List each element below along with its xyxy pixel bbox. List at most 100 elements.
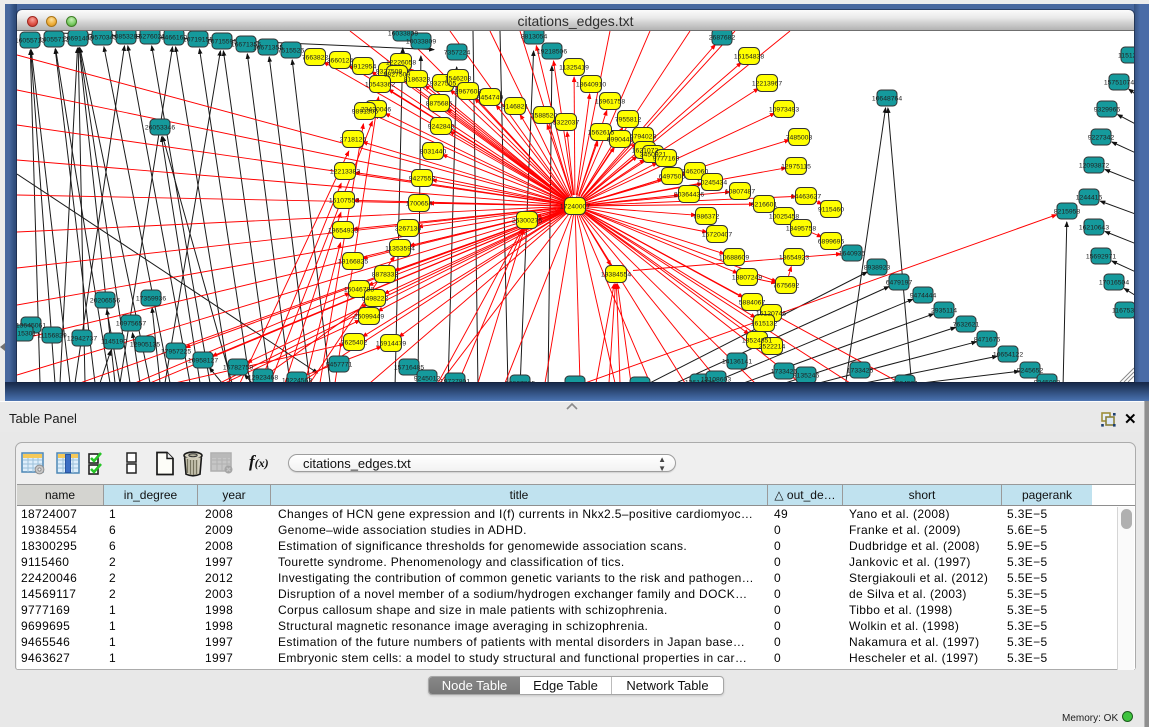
- svg-text:12093872: 12093872: [1079, 162, 1109, 169]
- svg-text:5498222: 5498222: [362, 295, 389, 302]
- svg-text:1562615: 1562615: [588, 129, 615, 136]
- svg-text:11156829: 11156829: [37, 332, 66, 339]
- svg-text:10224563: 10224563: [282, 377, 312, 382]
- svg-text:19727801: 19727801: [440, 378, 470, 382]
- svg-text:9419610: 9419610: [562, 381, 589, 382]
- svg-text:7986372: 7986372: [693, 213, 720, 220]
- svg-text:7357224: 7357224: [444, 49, 471, 56]
- svg-text:18640910: 18640910: [576, 81, 606, 88]
- svg-text:18807249: 18807249: [732, 274, 762, 281]
- svg-text:9245093: 9245093: [1034, 379, 1061, 382]
- svg-text:10867825: 10867825: [505, 380, 535, 382]
- svg-text:10025458: 10025458: [769, 213, 799, 220]
- svg-text:10975657: 10975657: [116, 320, 146, 327]
- svg-text:12942737: 12942737: [67, 335, 97, 342]
- svg-text:8215958: 8215958: [1054, 208, 1081, 215]
- svg-text:6479197: 6479197: [886, 279, 913, 286]
- svg-text:16210643: 16210643: [1079, 224, 1109, 231]
- svg-text:16033809: 16033809: [388, 31, 418, 37]
- svg-text:13645061: 13645061: [17, 322, 46, 329]
- svg-text:16782759: 16782759: [223, 364, 253, 371]
- svg-text:7462060: 7462060: [682, 168, 709, 175]
- svg-text:12226058: 12226058: [386, 59, 416, 66]
- svg-text:8878332: 8878332: [372, 271, 399, 278]
- svg-text:20364436: 20364436: [674, 191, 704, 198]
- svg-text:11325419: 11325419: [559, 64, 589, 71]
- svg-text:5322037: 5322037: [553, 119, 580, 126]
- svg-text:19218506: 19218506: [537, 48, 567, 55]
- svg-text:13654923: 13654923: [779, 254, 809, 261]
- svg-text:14463627: 14463627: [791, 193, 821, 200]
- svg-text:10654122: 10654122: [993, 351, 1023, 358]
- svg-text:19166825: 19166825: [338, 258, 368, 265]
- svg-text:9474444: 9474444: [910, 292, 937, 299]
- svg-text:1244415: 1244415: [1076, 194, 1103, 201]
- svg-text:7675692: 7675692: [773, 282, 800, 289]
- svg-text:12923468: 12923468: [248, 374, 278, 381]
- svg-text:19384554: 19384554: [601, 271, 631, 278]
- svg-text:12905135: 12905135: [130, 341, 160, 348]
- svg-text:10958127: 10958127: [188, 357, 218, 364]
- svg-text:7515526: 7515526: [278, 47, 305, 54]
- svg-text:2687682: 2687682: [709, 34, 736, 41]
- svg-text:9115460: 9115460: [818, 206, 844, 213]
- svg-text:9135246: 9135246: [793, 372, 820, 379]
- svg-text:26053346: 26053346: [145, 124, 175, 131]
- svg-text:5884067: 5884067: [739, 299, 766, 306]
- svg-text:2935114: 2935114: [931, 307, 957, 314]
- svg-text:9891305: 9891305: [352, 108, 379, 115]
- svg-text:1145190: 1145190: [101, 338, 127, 345]
- svg-text:7485003: 7485003: [786, 134, 813, 141]
- svg-text:1588520: 1588520: [531, 112, 558, 119]
- svg-text:7625402: 7625402: [341, 339, 368, 346]
- svg-text:16154838: 16154838: [734, 53, 764, 60]
- svg-text:9245012: 9245012: [414, 375, 441, 382]
- svg-text:9146821: 9146821: [502, 103, 529, 110]
- svg-text:13108603: 13108603: [701, 376, 731, 382]
- svg-text:12213967: 12213967: [752, 80, 782, 87]
- svg-text:1151204: 1151204: [1118, 52, 1134, 59]
- svg-text:8938923: 8938923: [864, 264, 891, 271]
- svg-text:17240007: 17240007: [560, 203, 590, 210]
- svg-text:11353594: 11353594: [385, 245, 415, 252]
- svg-text:1615132: 1615132: [751, 320, 778, 327]
- svg-text:8813054: 8813054: [521, 33, 548, 40]
- svg-text:16120746: 16120746: [756, 310, 786, 317]
- svg-text:1733426: 1733426: [847, 367, 874, 374]
- svg-text:9242848: 9242848: [428, 123, 455, 130]
- svg-text:12213383: 12213383: [330, 168, 360, 175]
- svg-text:3915301: 3915301: [17, 330, 36, 337]
- svg-text:13495758: 13495758: [786, 225, 816, 232]
- svg-text:1167530: 1167530: [1112, 307, 1134, 314]
- svg-text:8031440: 8031440: [420, 148, 447, 155]
- svg-text:7663822: 7663822: [302, 54, 329, 61]
- svg-text:9457771: 9457771: [326, 361, 353, 368]
- svg-text:1640935: 1640935: [839, 250, 866, 257]
- svg-text:2718126: 2718126: [340, 136, 367, 143]
- svg-text:16107553: 16107553: [329, 197, 359, 204]
- svg-text:6794023: 6794023: [630, 133, 657, 140]
- svg-text:12975115: 12975115: [781, 163, 811, 170]
- svg-text:15692971: 15692971: [1086, 253, 1116, 260]
- svg-text:17359936: 17359936: [136, 295, 166, 302]
- svg-text:3267130: 3267130: [395, 225, 422, 232]
- svg-text:15720407: 15720407: [702, 231, 732, 238]
- svg-text:8471676: 8471676: [974, 336, 1001, 343]
- svg-text:9777169: 9777169: [653, 155, 680, 162]
- svg-text:10033809: 10033809: [406, 38, 436, 45]
- svg-text:14136141: 14136141: [722, 358, 752, 365]
- svg-text:16961758: 16961758: [595, 98, 625, 105]
- svg-text:8875685: 8875685: [426, 100, 453, 107]
- svg-text:26099449: 26099449: [354, 313, 384, 320]
- svg-text:16914479: 16914479: [376, 340, 406, 347]
- svg-text:5912954: 5912954: [350, 63, 377, 70]
- svg-text:6216601: 6216601: [751, 201, 778, 208]
- svg-text:15716485: 15716485: [394, 364, 424, 371]
- svg-text:8186323: 8186323: [404, 76, 431, 83]
- svg-text:10543362: 10543362: [365, 81, 395, 88]
- svg-text:15751074: 15751074: [1104, 79, 1134, 86]
- svg-text:9427552: 9427552: [409, 175, 436, 182]
- svg-text:10807487: 10807487: [725, 188, 755, 195]
- svg-text:10648764: 10648764: [872, 95, 902, 102]
- svg-text:7632621: 7632621: [953, 321, 980, 328]
